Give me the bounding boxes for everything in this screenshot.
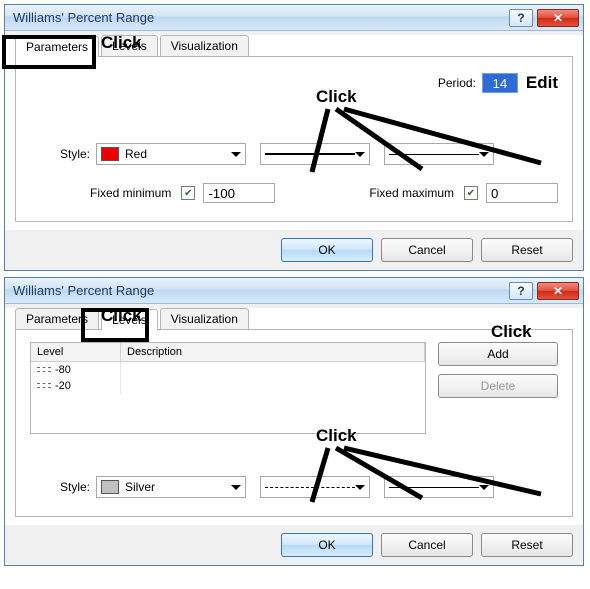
table-row[interactable]: -20 [31, 378, 425, 394]
style-color-name: Red [125, 147, 147, 161]
color-swatch-silver [101, 480, 119, 494]
tab-panel-levels: Level Description -80 -20 Add Delete [15, 330, 573, 517]
titlebar: Williams' Percent Range ? ✕ [5, 278, 583, 304]
titlebar: Williams' Percent Range ? ✕ [5, 5, 583, 31]
fixed-max-checkbox[interactable]: ✔ [464, 186, 478, 200]
level-desc [121, 362, 425, 378]
dialog-levels: Williams' Percent Range ? ✕ Click Click … [4, 277, 584, 566]
delete-button[interactable]: Delete [438, 374, 558, 398]
levels-col-level: Level [31, 343, 121, 361]
level-value: -20 [55, 380, 71, 392]
dialog-parameters: Williams' Percent Range ? ✕ Click Parame… [4, 4, 584, 271]
button-bar: OK Cancel Reset [5, 230, 583, 270]
chevron-down-icon [355, 485, 365, 490]
tab-parameters[interactable]: Parameters [15, 308, 99, 329]
reset-button[interactable]: Reset [481, 533, 573, 557]
level-value: -80 [55, 364, 71, 376]
line-width-select[interactable] [384, 476, 494, 498]
color-swatch-red [101, 147, 119, 161]
tab-panel-parameters: Period: Edit Click Style: Red [15, 57, 573, 222]
chevron-down-icon [355, 152, 365, 157]
style-color-name: Silver [125, 480, 155, 494]
line-width-select[interactable] [384, 143, 494, 165]
style-label: Style: [30, 480, 90, 494]
line-solid-icon [265, 153, 355, 155]
fixed-min-label: Fixed minimum [90, 186, 171, 200]
ok-button[interactable]: OK [281, 238, 373, 262]
close-button[interactable]: ✕ [537, 282, 579, 300]
tab-strip: Parameters Levels Visualization [15, 35, 573, 57]
tab-parameters[interactable]: Parameters [15, 36, 99, 57]
reset-button[interactable]: Reset [481, 238, 573, 262]
fixed-max-input[interactable] [486, 183, 558, 203]
style-color-select[interactable]: Red [96, 143, 246, 165]
style-color-select[interactable]: Silver [96, 476, 246, 498]
levels-col-desc: Description [121, 343, 425, 361]
level-line-icon [37, 382, 51, 390]
cancel-button[interactable]: Cancel [381, 533, 473, 557]
chevron-down-icon [231, 485, 241, 490]
line-thin-icon [389, 487, 479, 488]
window-title: Williams' Percent Range [13, 283, 505, 298]
close-button[interactable]: ✕ [537, 9, 579, 27]
line-style-select[interactable] [260, 143, 370, 165]
tab-visualization[interactable]: Visualization [160, 35, 249, 56]
table-row[interactable]: -80 [31, 362, 425, 378]
button-bar: OK Cancel Reset [5, 525, 583, 565]
line-dashed-icon [265, 487, 355, 488]
tab-visualization[interactable]: Visualization [160, 308, 249, 329]
line-thin-icon [389, 154, 479, 155]
help-button[interactable]: ? [509, 9, 533, 27]
style-label: Style: [30, 147, 90, 161]
help-button[interactable]: ? [509, 282, 533, 300]
add-button[interactable]: Add [438, 342, 558, 366]
fixed-max-label: Fixed maximum [369, 186, 454, 200]
cancel-button[interactable]: Cancel [381, 238, 473, 262]
window-title: Williams' Percent Range [13, 10, 505, 25]
level-desc [121, 378, 425, 394]
fixed-min-input[interactable] [203, 183, 275, 203]
level-line-icon [37, 366, 51, 374]
chevron-down-icon [479, 485, 489, 490]
levels-table[interactable]: Level Description -80 -20 [30, 342, 426, 434]
tab-levels[interactable]: Levels [101, 309, 158, 330]
annotation-edit-period: Edit [526, 73, 558, 93]
fixed-min-checkbox[interactable]: ✔ [181, 186, 195, 200]
ok-button[interactable]: OK [281, 533, 373, 557]
tab-strip: Parameters Levels Visualization [15, 308, 573, 330]
period-label: Period: [438, 76, 476, 90]
chevron-down-icon [479, 152, 489, 157]
line-style-select[interactable] [260, 476, 370, 498]
period-input[interactable] [482, 73, 518, 93]
chevron-down-icon [231, 152, 241, 157]
tab-levels[interactable]: Levels [101, 35, 158, 56]
